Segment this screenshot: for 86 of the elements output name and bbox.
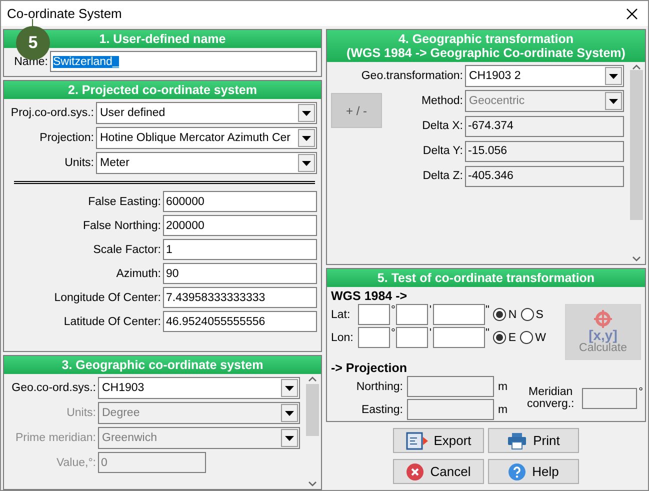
seconds-field[interactable] [432,304,485,325]
field-label: Delta Y: [422,145,463,157]
field-label: Delta Z: [422,170,463,182]
field-label: Delta X: [421,120,463,132]
input-field[interactable]: 600000 [163,191,317,212]
section-header: 4. Geographic transformation (WGS 1984 -> Geographic Co-ordinate System) [327,30,645,62]
field-label: Prime meridian: [14,432,96,444]
seconds-field[interactable] [432,327,485,348]
scroll-down-icon[interactable] [632,256,641,262]
window-title: Co-ordinate System [7,6,122,21]
section-header: 2. Projected co-ordinate system [4,81,321,99]
scroll-up-icon[interactable] [308,376,317,382]
close-icon [406,462,424,480]
output-field [582,388,637,408]
field-label: Proj.co-ord.sys.: [10,107,94,119]
dropdown-arrow-icon [609,98,618,104]
unit-label: m [498,380,508,392]
field-label: Latitude Of Center: [62,316,161,328]
input-field[interactable]: -405.346 [465,166,624,186]
print-button[interactable]: Print [488,428,579,453]
field-label: Longitude Of Center: [53,292,161,304]
section-header: 5. Test of co-ordinate transformation [327,269,645,287]
field-label: Lon: [331,332,354,344]
dropdown-arrow-icon [285,386,294,390]
field-label: Azimuth: [115,268,161,280]
input-field[interactable]: 46.9524055555556 [163,311,317,332]
field-label: Scale Factor: [92,244,161,256]
degrees-field[interactable] [358,304,390,325]
dropdown-arrow-icon [285,436,294,440]
crosshair-icon [591,310,615,328]
dropdown-arrow-icon [302,110,311,116]
scrollbar[interactable] [628,62,645,264]
help-icon [508,462,526,480]
second-mark: " [486,327,490,339]
scrollbar[interactable] [304,374,321,489]
export-icon [406,432,428,450]
scroll-down-icon[interactable] [308,481,317,487]
field-label: Easting: [360,404,403,416]
section-subheading: WGS 1984 -> [331,289,408,303]
input-field[interactable]: 1 [163,239,317,260]
section-subheading: -> Projection [331,361,408,375]
minutes-field[interactable] [396,304,428,325]
field-label: False Northing: [82,220,161,232]
minute-mark: ' [429,327,432,339]
name-field[interactable]: Switzerland_ [50,51,317,72]
field-label: Units: [64,157,94,169]
input-field[interactable]: -674.374 [465,116,624,136]
degrees-field[interactable] [358,327,390,348]
callout-line [32,19,33,27]
unit-label: m [498,404,508,416]
field-label: Geo.co-ord.sys.: [10,382,96,394]
input-field[interactable]: -15.056 [465,140,624,162]
dropdown-arrow-icon [302,160,311,166]
cancel-button[interactable]: Cancel [393,459,484,484]
dropdown-arrow-icon [285,410,294,416]
export-button[interactable]: Export [393,428,484,453]
input-field[interactable]: 90 [163,263,317,284]
field-label: Meridian converg.: [526,386,576,410]
help-button[interactable]: Help [488,459,579,484]
degree-mark: ° [391,327,396,339]
scroll-up-icon[interactable] [632,64,641,70]
field-label: Projection: [38,132,94,144]
field-label: Geo.transformation: [360,70,463,82]
minute-mark: ' [429,304,432,316]
second-mark: " [486,304,490,316]
dropdown-arrow-icon [609,74,618,78]
field-label: Method: [420,95,463,107]
degree-mark: ° [391,304,396,316]
minutes-field[interactable] [396,327,428,348]
close-button[interactable] [624,6,640,22]
field-label: False Easting: [87,196,161,208]
dropdown-arrow-icon [302,136,311,140]
dropdown[interactable]: Hotine Oblique Mercator Azimuth Cer [96,127,317,149]
section-header: 3. Geographic co-ordinate system [4,356,321,374]
dropdown[interactable]: CH1903 2 [465,65,624,87]
dropdown[interactable]: Meter [96,152,317,174]
field-label: Value,°: [55,456,96,468]
dropdown[interactable]: User defined [96,102,317,124]
input-field[interactable]: 200000 [163,215,317,236]
printer-icon [507,432,528,450]
field-label: Units: [66,407,96,419]
degree-mark: ° [638,386,643,398]
dropdown[interactable]: CH1903 [98,377,300,399]
input-field[interactable]: 7.43958333333333 [163,287,317,308]
field-label: Northing: [355,380,403,392]
field-label: Lat: [331,308,352,320]
